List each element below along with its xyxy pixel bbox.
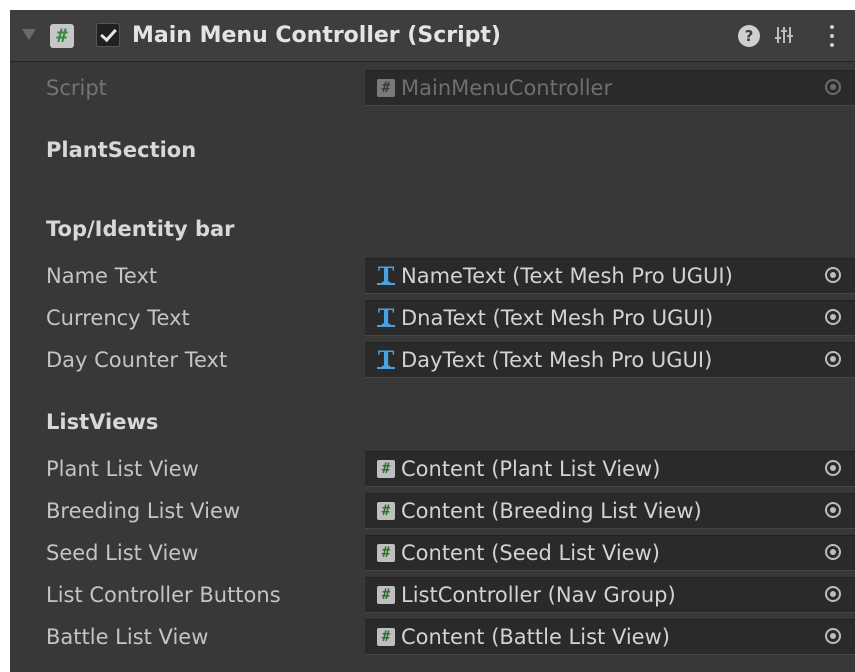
currency-text-label: Currency Text: [46, 306, 190, 330]
day-counter-text-field[interactable]: T DayText (Text Mesh Pro UGUI): [365, 342, 855, 378]
component-title: Main Menu Controller (Script): [132, 23, 501, 48]
script-field-value: MainMenuController: [401, 76, 613, 100]
script-icon: #: [377, 586, 395, 604]
list-controller-buttons-field[interactable]: # ListController (Nav Group): [365, 577, 855, 613]
object-picker-button[interactable]: [813, 259, 855, 293]
script-icon: #: [377, 460, 395, 478]
battle-list-view-field-value: Content (Battle List View): [401, 625, 670, 649]
object-picker-icon: [825, 502, 841, 518]
battle-list-view-label: Battle List View: [46, 625, 209, 649]
breeding-list-view-field[interactable]: # Content (Breeding List View): [365, 493, 855, 529]
section-header-list-views: ListViews: [46, 410, 159, 434]
battle-list-view-field[interactable]: # Content (Battle List View): [365, 619, 855, 655]
object-picker-button[interactable]: [813, 536, 855, 570]
text-mesh-pro-icon: T: [377, 263, 395, 289]
object-picker-button: [813, 71, 855, 105]
script-icon: #: [377, 544, 395, 562]
object-picker-button[interactable]: [813, 343, 855, 377]
text-mesh-pro-icon: T: [377, 347, 395, 373]
object-picker-icon: [825, 79, 841, 95]
kebab-menu-icon[interactable]: [828, 23, 836, 49]
plant-list-view-field-value: Content (Plant List View): [401, 457, 661, 481]
seed-list-view-field-value: Content (Seed List View): [401, 541, 660, 565]
list-controller-buttons-label: List Controller Buttons: [46, 583, 281, 607]
seed-list-view-label: Seed List View: [46, 541, 199, 565]
list-controller-buttons-field-value: ListController (Nav Group): [401, 583, 676, 607]
script-icon: #: [377, 79, 395, 97]
breeding-list-view-label: Breeding List View: [46, 499, 241, 523]
currency-text-field-value: DnaText (Text Mesh Pro UGUI): [401, 306, 714, 330]
day-counter-text-field-value: DayText (Text Mesh Pro UGUI): [401, 348, 713, 372]
object-picker-icon: [825, 351, 841, 367]
plant-list-view-label: Plant List View: [46, 457, 199, 481]
name-text-field[interactable]: T NameText (Text Mesh Pro UGUI): [365, 258, 855, 294]
script-icon: #: [50, 24, 74, 48]
script-icon: #: [377, 502, 395, 520]
day-counter-text-label: Day Counter Text: [46, 348, 228, 372]
currency-text-field[interactable]: T DnaText (Text Mesh Pro UGUI): [365, 300, 855, 336]
screenshot-frame: # Main Menu Controller (Script) ? Script…: [0, 0, 855, 672]
object-picker-icon: [825, 628, 841, 644]
component-header[interactable]: # Main Menu Controller (Script) ?: [10, 10, 855, 62]
object-picker-button[interactable]: [813, 620, 855, 654]
breeding-list-view-field-value: Content (Breeding List View): [401, 499, 702, 523]
name-text-field-value: NameText (Text Mesh Pro UGUI): [401, 264, 733, 288]
section-header-plant: PlantSection: [46, 138, 197, 162]
object-picker-icon: [825, 309, 841, 325]
section-header-top-bar: Top/Identity bar: [46, 217, 235, 241]
object-picker-icon: [825, 460, 841, 476]
plant-list-view-field[interactable]: # Content (Plant List View): [365, 451, 855, 487]
seed-list-view-field[interactable]: # Content (Seed List View): [365, 535, 855, 571]
name-text-label: Name Text: [46, 264, 158, 288]
script-label: Script: [46, 76, 107, 100]
object-picker-button[interactable]: [813, 494, 855, 528]
object-picker-icon: [825, 267, 841, 283]
text-mesh-pro-icon: T: [377, 305, 395, 331]
object-picker-icon: [825, 586, 841, 602]
script-icon: #: [377, 628, 395, 646]
help-icon[interactable]: ?: [738, 25, 760, 47]
object-picker-icon: [825, 544, 841, 560]
object-picker-button[interactable]: [813, 452, 855, 486]
object-picker-button[interactable]: [813, 301, 855, 335]
presets-icon[interactable]: [773, 24, 795, 46]
inspector-component-panel: # Main Menu Controller (Script) ? Script…: [10, 10, 855, 672]
script-field: # MainMenuController: [365, 70, 855, 106]
object-picker-button[interactable]: [813, 578, 855, 612]
foldout-arrow-icon[interactable]: [22, 29, 36, 40]
component-enabled-checkbox[interactable]: [96, 23, 120, 47]
